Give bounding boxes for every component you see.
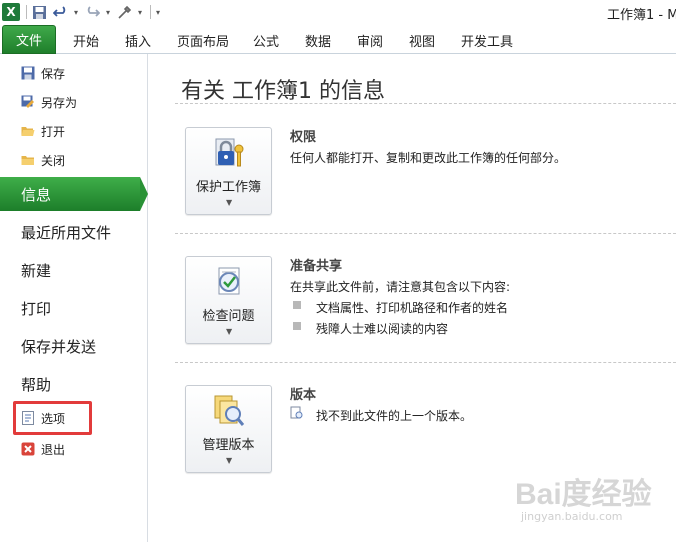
nav-recent[interactable]: 最近所用文件 [0,215,148,249]
tab-review[interactable]: 审阅 [357,31,383,50]
nav-help[interactable]: 帮助 [0,367,148,401]
close-folder-icon [20,153,35,168]
save-as-command-label: 另存为 [41,95,78,110]
tab-data[interactable]: 数据 [305,31,331,50]
ribbon-tab-bar: 文件 开始 插入 页面布局 公式 数据 审阅 视图 开发工具 [0,24,676,54]
save-icon [20,66,35,81]
highlight-box [13,401,92,435]
chevron-down-icon: ▼ [226,327,233,336]
prepare-sharing-heading: 准备共享 [290,259,343,274]
tab-file[interactable]: 文件 [2,25,56,54]
bullet-icon [293,301,301,309]
window-title: 工作簿1 - M [607,8,676,23]
lock-key-icon [211,136,247,172]
divider [175,362,676,363]
manage-versions-button[interactable]: 管理版本 ▼ [185,385,272,473]
nav-active-arrow [140,177,148,211]
tab-page-layout[interactable]: 页面布局 [177,31,229,50]
toolbar-divider [26,5,27,19]
checklist-icon [211,265,247,301]
sharing-bullet-item: 残障人士难以阅读的内容 [316,322,449,336]
versions-icon [211,394,247,430]
customize-qat-icon[interactable]: ▾ [154,3,162,21]
page-title: 有关 工作簿1 的信息 [181,79,385,104]
divider [175,103,676,104]
versions-text: 找不到此文件的上一个版本。 [316,409,473,423]
toolbar-divider [150,5,151,19]
close-command-label: 关闭 [41,153,66,168]
save-command[interactable]: 保存 [20,63,65,83]
nav-new[interactable]: 新建 [0,253,148,287]
version-doc-icon [290,406,304,420]
excel-logo-icon: X [2,3,20,21]
tab-developer[interactable]: 开发工具 [461,31,513,50]
quick-access-toolbar: X ▾ ▾ ▾ ▾ [2,2,165,22]
redo-icon[interactable] [83,3,101,21]
save-icon[interactable] [30,3,48,21]
exit-command[interactable]: 退出 [20,439,65,459]
save-as-command[interactable]: 另存为 [20,92,77,112]
versions-heading: 版本 [290,388,317,403]
check-issues-button[interactable]: 检查问题 ▼ [185,256,272,344]
exit-icon [20,442,35,457]
permissions-heading: 权限 [290,130,317,145]
title-bar: X ▾ ▾ ▾ ▾ 工作簿1 - M [0,0,676,24]
bullet-icon [293,322,301,330]
manage-versions-label: 管理版本 [202,438,255,453]
divider [175,233,676,234]
permissions-text: 任何人都能打开、复制和更改此工作簿的任何部分。 [290,151,567,165]
chevron-down-icon: ▼ [226,198,233,207]
nav-save-send[interactable]: 保存并发送 [0,329,148,363]
undo-icon[interactable] [51,3,69,21]
protect-workbook-label: 保护工作簿 [195,180,261,195]
undo-dropdown-icon[interactable]: ▾ [72,3,80,21]
exit-command-label: 退出 [41,442,66,457]
tab-formulas[interactable]: 公式 [253,31,279,50]
close-command[interactable]: 关闭 [20,150,65,170]
open-folder-icon [20,124,35,139]
tools-dropdown-icon[interactable]: ▾ [136,3,144,21]
open-command[interactable]: 打开 [20,121,65,141]
open-command-label: 打开 [41,124,66,139]
protect-workbook-button[interactable]: 保护工作簿 ▼ [185,127,272,215]
check-issues-label: 检查问题 [202,309,255,324]
watermark-url: jingyan.baidu.com [521,510,623,523]
nav-print[interactable]: 打印 [0,291,148,325]
tab-home[interactable]: 开始 [73,31,99,50]
sharing-bullet-item: 文档属性、打印机路径和作者的姓名 [316,301,509,315]
tab-view[interactable]: 视图 [409,31,435,50]
save-command-label: 保存 [41,66,66,81]
watermark-logo: Bai度经验 [515,478,652,511]
tab-insert[interactable]: 插入 [125,31,151,50]
save-as-icon [20,95,35,110]
nav-info[interactable]: 信息 [0,177,140,211]
prepare-sharing-text: 在共享此文件前，请注意其包含以下内容: [290,280,511,294]
redo-dropdown-icon[interactable]: ▾ [104,3,112,21]
tools-icon[interactable] [115,3,133,21]
chevron-down-icon: ▼ [226,456,233,465]
